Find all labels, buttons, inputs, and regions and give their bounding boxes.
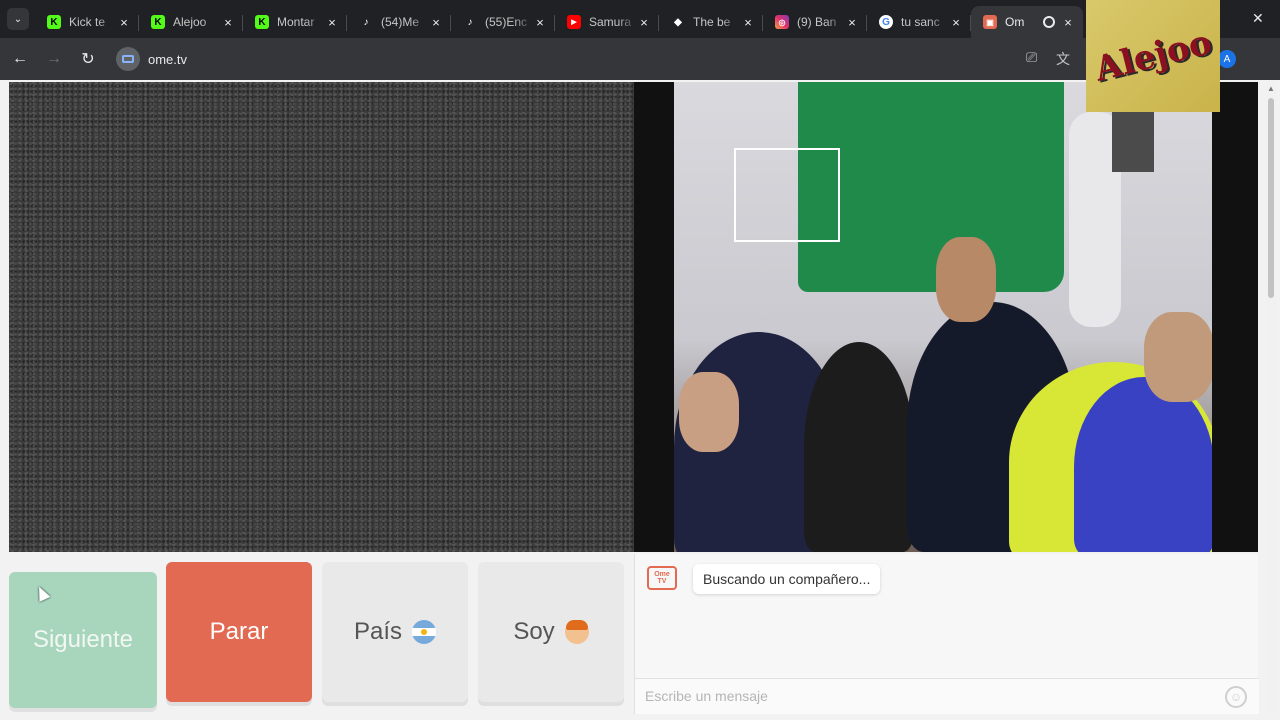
gender-label: Soy	[513, 618, 555, 645]
tab-title: (9) Ban	[797, 15, 837, 29]
tab-youtube[interactable]: ▶ Samura ×	[555, 6, 659, 38]
ometv-icon: ▣	[983, 15, 997, 29]
tab-title: (55)Enc	[485, 15, 528, 29]
reload-icon[interactable]: ↻	[74, 45, 102, 73]
tab-title: Kick te	[69, 15, 106, 29]
close-icon[interactable]: ×	[429, 15, 443, 30]
close-icon[interactable]: ×	[325, 15, 339, 30]
close-icon[interactable]: ×	[221, 15, 235, 30]
person-face	[1144, 312, 1212, 402]
tab-tiktok-1[interactable]: ♪ (54)Me ×	[347, 6, 451, 38]
ometv-logo-icon: Ome TV	[647, 566, 677, 590]
kick-icon: K	[47, 15, 61, 29]
tab-diamond[interactable]: ◆ The be ×	[659, 6, 763, 38]
emoji-icon[interactable]: ☺	[1225, 686, 1247, 708]
close-icon[interactable]: ×	[117, 15, 131, 30]
cast-icon[interactable]: ⎚	[1026, 49, 1037, 66]
tab-ometv[interactable]: ▣ Om ×	[971, 6, 1083, 38]
status-message: Buscando un compañero...	[693, 564, 881, 594]
back-arrow-icon[interactable]: ←	[6, 45, 34, 73]
next-label: Siguiente	[32, 626, 134, 653]
url-text: ome.tv	[148, 51, 188, 67]
instagram-icon: ◎	[775, 15, 789, 29]
tiktok-icon: ♪	[467, 16, 473, 28]
overlay-art-text: Alejoo	[1090, 22, 1216, 90]
focus-frame	[734, 148, 840, 242]
site-info-icon[interactable]	[116, 47, 140, 71]
close-icon[interactable]: ×	[1061, 15, 1075, 30]
tab-title: Om	[1005, 15, 1025, 29]
kick-icon: K	[151, 15, 165, 29]
tab-list: K Kick te × K Alejoo × K Montar × ♪ (54)…	[35, 0, 1083, 38]
partner-video	[634, 82, 1258, 552]
tab-title: Alejoo	[173, 15, 207, 29]
message-input[interactable]	[635, 679, 1195, 713]
close-icon[interactable]: ×	[533, 15, 547, 30]
own-video-static	[9, 82, 634, 552]
tab-title: (54)Me	[381, 15, 420, 29]
profile-avatar[interactable]: A	[1218, 50, 1236, 68]
tab-tiktok-2[interactable]: ♪ (55)Enc ×	[451, 6, 555, 38]
diamond-icon: ◆	[674, 16, 682, 28]
close-icon[interactable]: ×	[637, 15, 651, 30]
tab-kick-1[interactable]: K Kick te ×	[35, 6, 139, 38]
partner-camera-feed	[674, 82, 1212, 552]
google-icon: G	[879, 15, 893, 29]
kick-icon: K	[255, 15, 269, 29]
tiktok-icon: ♪	[363, 16, 369, 28]
tab-search-button[interactable]: ⌄	[7, 8, 29, 30]
person	[1074, 377, 1212, 552]
close-icon[interactable]: ×	[845, 15, 859, 30]
close-window-icon[interactable]: ✕	[1252, 10, 1264, 27]
recording-icon	[1043, 16, 1055, 28]
person-face	[679, 372, 739, 452]
tab-kick-2[interactable]: K Alejoo ×	[139, 6, 243, 38]
scroll-up-icon[interactable]: ▲	[1267, 84, 1275, 93]
gender-button[interactable]: Soy	[478, 562, 624, 702]
argentina-flag-icon	[412, 620, 437, 644]
page-content: Siguiente Parar País Soy Ome TV Buscando…	[0, 80, 1280, 720]
stop-button[interactable]: Parar	[166, 562, 312, 702]
tab-title: The be	[693, 15, 731, 29]
tab-instagram[interactable]: ◎ (9) Ban ×	[763, 6, 867, 38]
tab-title: Samura	[589, 15, 632, 29]
stream-overlay-logo: Alejoo	[1086, 0, 1220, 112]
message-input-bar: ☺	[635, 678, 1259, 714]
close-icon[interactable]: ×	[741, 15, 755, 30]
page-scrollbar[interactable]: ▲	[1266, 82, 1276, 714]
person-face	[936, 237, 996, 322]
forward-arrow-icon[interactable]: →	[40, 45, 68, 73]
tab-kick-3[interactable]: K Montar ×	[243, 6, 347, 38]
next-button[interactable]: Siguiente	[9, 572, 157, 708]
wall-poster	[1112, 112, 1154, 172]
tab-title: Montar	[277, 15, 315, 29]
person	[804, 342, 914, 552]
stop-label: Parar	[209, 618, 269, 645]
country-button[interactable]: País	[322, 562, 468, 702]
tab-google[interactable]: G tu sanc ×	[867, 6, 971, 38]
close-icon[interactable]: ×	[949, 15, 963, 30]
country-label: País	[353, 618, 403, 645]
youtube-icon: ▶	[567, 15, 581, 29]
chat-panel: Ome TV Buscando un compañero... ☺	[634, 554, 1259, 714]
tab-title: tu sanc	[901, 15, 940, 29]
translate-icon[interactable]: 文	[1056, 49, 1070, 69]
boy-icon	[564, 620, 589, 644]
scrollbar-thumb[interactable]	[1268, 98, 1274, 298]
